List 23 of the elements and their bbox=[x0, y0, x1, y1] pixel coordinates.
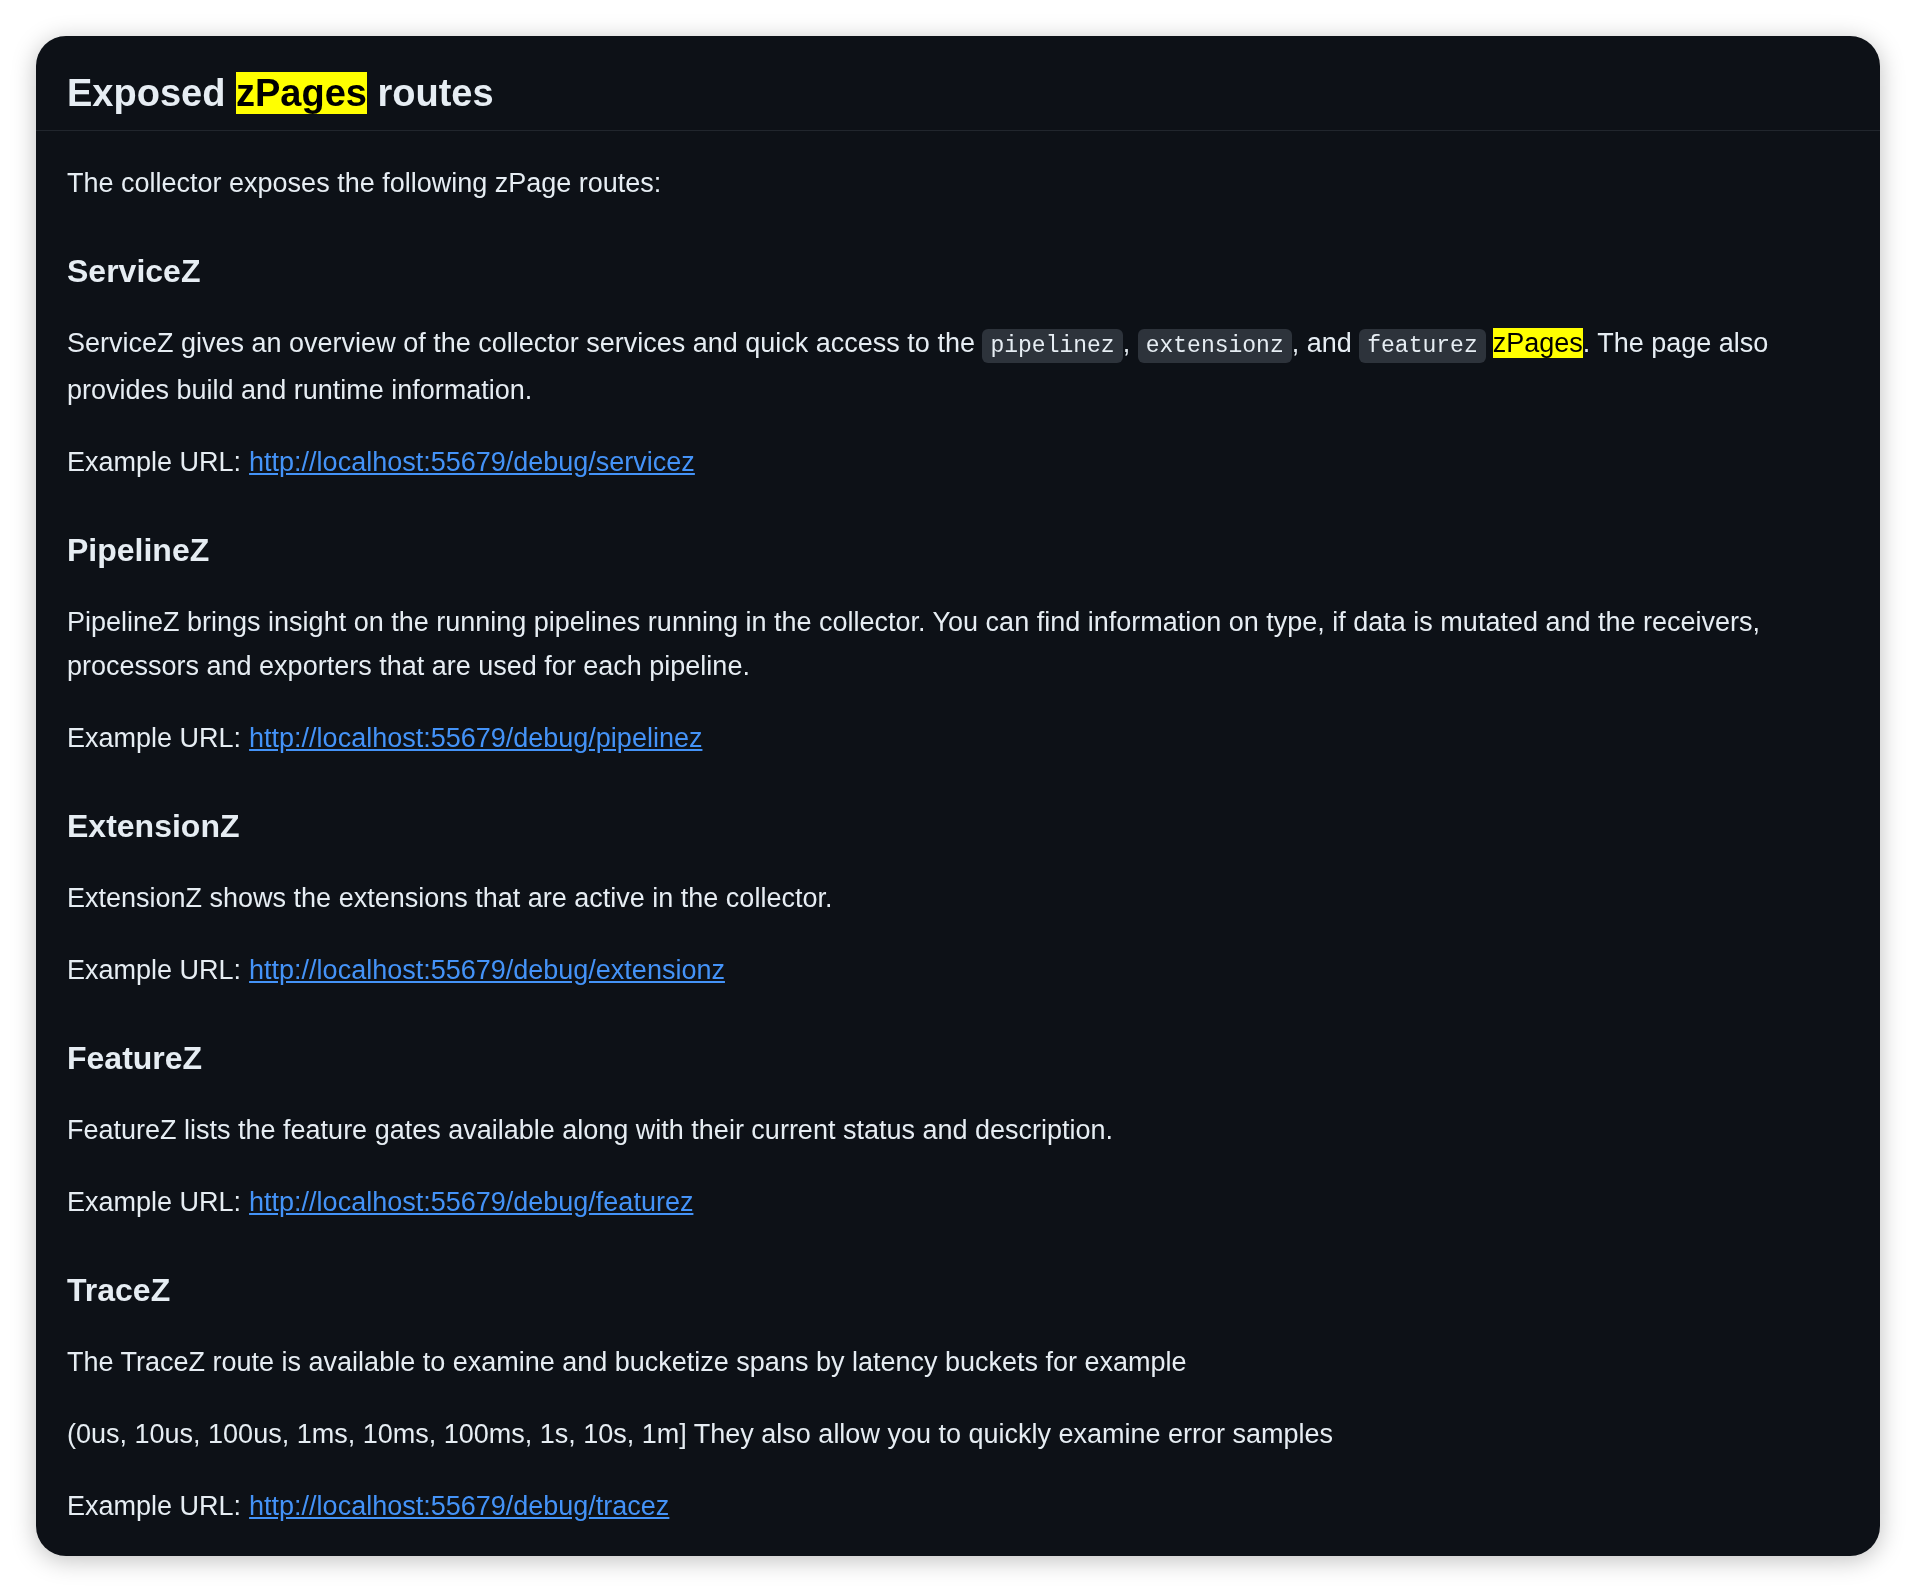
url-link[interactable]: http://localhost:55679/debug/servicez bbox=[249, 440, 695, 484]
section-description: PipelineZ brings insight on the running pipelines running in the collector. You can find information on type, if data is mutated and the receivers, processors and exporters that are used for each pipeline. bbox=[67, 606, 1762, 683]
url-link[interactable]: http://localhost:55679/debug/tracez bbox=[249, 1484, 670, 1528]
url-link[interactable]: http://localhost:55679/debug/featurez bbox=[249, 1180, 694, 1224]
url-link[interactable]: http://localhost:55679/debug/pipelinez bbox=[249, 716, 703, 760]
section-heading: FeatureZ bbox=[67, 1039, 203, 1078]
intro-text: The collector exposes the following zPage routes: bbox=[67, 167, 662, 200]
example-url-label: Example URL: bbox=[67, 446, 242, 479]
section-heading: ServiceZ bbox=[67, 252, 201, 291]
example-url-label: Example URL: bbox=[67, 1490, 242, 1523]
example-url-label: Example URL: bbox=[67, 722, 242, 755]
url-link[interactable]: http://localhost:55679/debug/extensionz bbox=[249, 948, 725, 992]
section-description: The TraceZ route is available to examine and bucketize spans by latency buckets for example bbox=[67, 1346, 1188, 1379]
section-description: ServiceZ gives an overview of the collector services and quick access to the pipelinez , extensionz , and featurez zPages. The page also provides build and runtime information. bbox=[67, 327, 1770, 407]
section-heading: TraceZ bbox=[67, 1271, 171, 1310]
section-description: ExtensionZ shows the extensions that are active in the collector. bbox=[67, 882, 834, 915]
section-heading: ExtensionZ bbox=[67, 807, 240, 846]
example-url-label: Example URL: bbox=[67, 954, 242, 987]
section-description: FeatureZ lists the feature gates available along with their current status and description. bbox=[67, 1114, 1115, 1147]
example-url-label: Example URL: bbox=[67, 1186, 242, 1219]
section-description: (0us, 10us, 100us, 1ms, 10ms, 100ms, 1s, 10s, 1m] They also allow you to quickly examine error samples bbox=[67, 1418, 1335, 1451]
page-title: Exposed zPages routes bbox=[67, 71, 494, 116]
section-heading: PipelineZ bbox=[67, 531, 210, 570]
